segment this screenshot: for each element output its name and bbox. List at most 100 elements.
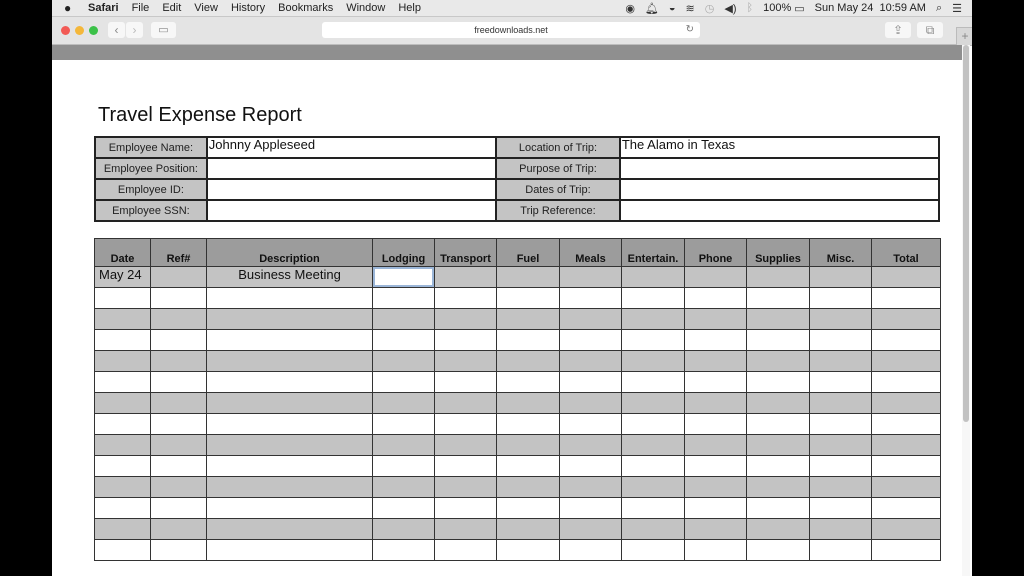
notification-center-icon[interactable]: ☰	[952, 2, 962, 15]
phone-cell[interactable]	[684, 455, 747, 477]
employee-ssn-field[interactable]	[205, 199, 498, 222]
supplies-cell[interactable]	[746, 518, 810, 540]
lodging-cell[interactable]	[372, 329, 435, 351]
time-machine-icon[interactable]: ◷	[705, 2, 715, 15]
minimize-window-button[interactable]	[75, 26, 84, 35]
phone-cell[interactable]	[684, 434, 747, 456]
entertain-cell[interactable]	[621, 371, 685, 393]
meals-cell[interactable]	[559, 518, 622, 540]
supplies-cell[interactable]	[746, 476, 810, 498]
description-cell[interactable]	[206, 371, 373, 393]
fuel-cell[interactable]	[496, 371, 560, 393]
meals-cell[interactable]	[559, 413, 622, 435]
menu-window[interactable]: Window	[346, 2, 385, 14]
phone-cell[interactable]	[684, 371, 747, 393]
misc-cell[interactable]	[809, 329, 872, 351]
misc-cell[interactable]	[809, 350, 872, 372]
date-cell[interactable]	[94, 308, 151, 330]
entertain-cell[interactable]	[621, 476, 685, 498]
date-cell[interactable]	[94, 497, 151, 519]
lodging-cell[interactable]	[372, 476, 435, 498]
entertain-cell[interactable]	[621, 329, 685, 351]
total-cell[interactable]	[871, 350, 941, 372]
ref-cell[interactable]	[150, 392, 207, 414]
supplies-cell[interactable]	[746, 308, 810, 330]
date-cell[interactable]	[94, 434, 151, 456]
apple-menu-icon[interactable]: ●	[64, 1, 78, 15]
total-cell[interactable]	[871, 329, 941, 351]
trip-reference-field[interactable]	[618, 199, 941, 222]
date-cell[interactable]	[94, 518, 151, 540]
transport-cell[interactable]	[434, 329, 497, 351]
supplies-cell[interactable]	[746, 350, 810, 372]
notification-bell-icon[interactable]: 🔔︎	[645, 2, 659, 15]
meals-cell[interactable]	[559, 266, 622, 288]
fuel-cell[interactable]	[496, 518, 560, 540]
reload-icon[interactable]: ↻	[686, 22, 694, 38]
date-cell[interactable]	[94, 455, 151, 477]
misc-cell[interactable]	[809, 497, 872, 519]
description-cell[interactable]	[206, 308, 373, 330]
description-cell[interactable]: Business Meeting	[206, 266, 373, 288]
employee-name-field[interactable]: Johnny Appleseed	[205, 136, 498, 159]
description-cell[interactable]	[206, 476, 373, 498]
phone-cell[interactable]	[684, 392, 747, 414]
lodging-cell[interactable]	[372, 287, 435, 309]
menu-edit[interactable]: Edit	[162, 2, 181, 14]
lodging-cell[interactable]	[372, 413, 435, 435]
description-cell[interactable]	[206, 329, 373, 351]
app-status-icon[interactable]: ◒	[669, 2, 676, 14]
total-cell[interactable]	[871, 476, 941, 498]
lodging-cell[interactable]	[372, 434, 435, 456]
entertain-cell[interactable]	[621, 539, 685, 561]
entertain-cell[interactable]	[621, 518, 685, 540]
supplies-cell[interactable]	[746, 497, 810, 519]
date-cell[interactable]	[94, 287, 151, 309]
total-cell[interactable]	[871, 455, 941, 477]
misc-cell[interactable]	[809, 371, 872, 393]
zoom-window-button[interactable]	[89, 26, 98, 35]
date-cell[interactable]	[94, 539, 151, 561]
ref-cell[interactable]	[150, 266, 207, 288]
description-cell[interactable]	[206, 539, 373, 561]
date-cell[interactable]	[94, 476, 151, 498]
description-cell[interactable]	[206, 287, 373, 309]
fuel-cell[interactable]	[496, 350, 560, 372]
clock[interactable]: Sun May 24 10:59 AM	[815, 2, 926, 14]
entertain-cell[interactable]	[621, 287, 685, 309]
meals-cell[interactable]	[559, 350, 622, 372]
wifi-icon[interactable]: ≋	[686, 2, 695, 15]
description-cell[interactable]	[206, 455, 373, 477]
transport-cell[interactable]	[434, 413, 497, 435]
description-cell[interactable]	[206, 413, 373, 435]
misc-cell[interactable]	[809, 287, 872, 309]
phone-cell[interactable]	[684, 266, 747, 288]
total-cell[interactable]	[871, 266, 941, 288]
transport-cell[interactable]	[434, 392, 497, 414]
entertain-cell[interactable]	[621, 266, 685, 288]
total-cell[interactable]	[871, 518, 941, 540]
phone-cell[interactable]	[684, 350, 747, 372]
fuel-cell[interactable]	[496, 287, 560, 309]
transport-cell[interactable]	[434, 518, 497, 540]
description-cell[interactable]	[206, 497, 373, 519]
total-cell[interactable]	[871, 371, 941, 393]
total-cell[interactable]	[871, 413, 941, 435]
volume-icon[interactable]: ◀︎)	[724, 2, 736, 15]
meals-cell[interactable]	[559, 434, 622, 456]
vertical-scrollbar[interactable]	[962, 45, 970, 576]
ref-cell[interactable]	[150, 539, 207, 561]
bluetooth-icon[interactable]: ᛒ	[747, 2, 754, 14]
menu-bookmarks[interactable]: Bookmarks	[278, 2, 333, 14]
transport-cell[interactable]	[434, 497, 497, 519]
supplies-cell[interactable]	[746, 329, 810, 351]
menu-file[interactable]: File	[132, 2, 150, 14]
entertain-cell[interactable]	[621, 455, 685, 477]
employee-position-field[interactable]	[205, 157, 498, 180]
total-cell[interactable]	[871, 497, 941, 519]
fuel-cell[interactable]	[496, 476, 560, 498]
fuel-cell[interactable]	[496, 434, 560, 456]
ref-cell[interactable]	[150, 287, 207, 309]
lodging-cell[interactable]	[372, 455, 435, 477]
battery-icon[interactable]: ▭	[794, 2, 804, 15]
